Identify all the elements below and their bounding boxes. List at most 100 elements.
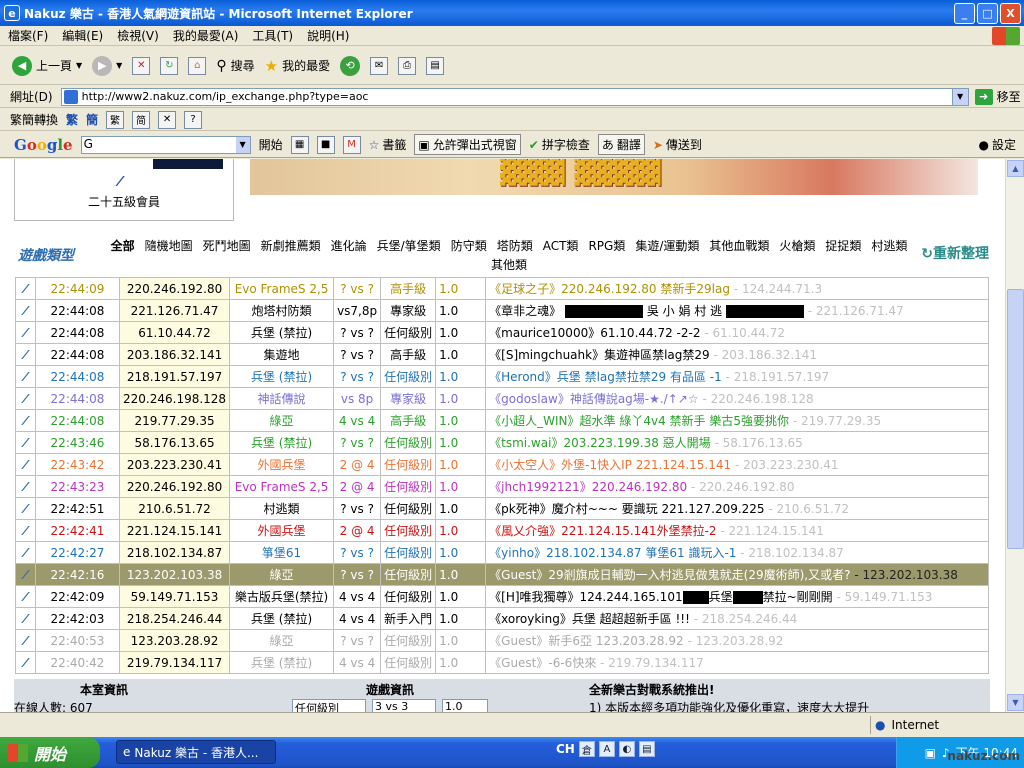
table-row[interactable]: ⁄ 22:43:42 203.223.230.41 外國兵堡 2 @ 4 任何級別 1.0 《… — [15, 453, 989, 476]
chevron-down-icon[interactable]: ▼ — [951, 88, 968, 105]
simp-convert-icon[interactable]: 简 — [132, 110, 151, 129]
send-to-button[interactable]: ➤ 傳送到 — [653, 136, 702, 153]
join-icon[interactable]: ⁄ — [15, 343, 36, 366]
scroll-up-icon[interactable]: ▲ — [1007, 160, 1024, 177]
table-row[interactable]: ⁄ 22:42:51 210.6.51.72 村逃類? vs ? 任何級別 1.0 《pk死… — [15, 497, 989, 520]
category-village-escape[interactable]: 村逃類 — [871, 239, 907, 253]
join-icon[interactable]: ⁄ — [15, 321, 36, 344]
pagerank-icon[interactable]: ▦ — [290, 135, 309, 154]
category-all[interactable]: 全部 — [111, 239, 135, 253]
google-apps-icon[interactable]: ■ — [316, 135, 335, 154]
start-button[interactable]: 開始 — [0, 737, 100, 768]
table-row[interactable]: ⁄ 22:42:41 221.124.15.141 外國兵堡 2 @ 4 任何級別 1.0 《… — [15, 519, 989, 542]
table-row[interactable]: ⁄ 22:44:08 219.77.29.35 綠亞 4 vs 4 高手級 1.0 《小超人_… — [15, 409, 989, 432]
gmail-icon[interactable]: M — [342, 135, 361, 154]
join-icon[interactable]: ⁄ — [15, 519, 36, 542]
category-other-battle[interactable]: 其他血戰類 — [709, 239, 769, 253]
chevron-down-icon[interactable]: ▼ — [116, 61, 122, 70]
join-icon[interactable]: ⁄ — [15, 607, 36, 630]
keyboard-icon[interactable]: ▤ — [638, 741, 655, 757]
table-row[interactable]: ⁄ 22:40:53 123.203.28.92 綠亞? vs ? 任何級別 1.0 《Gu… — [15, 629, 989, 652]
menu-tools[interactable]: 工具(T) — [252, 27, 293, 44]
join-icon[interactable]: ⁄ — [15, 541, 36, 564]
category-gun[interactable]: 火槍類 — [779, 239, 815, 253]
join-icon[interactable]: ⁄ — [15, 409, 36, 432]
favorites-button[interactable]: ★ 我的最愛 — [265, 57, 330, 75]
full-half-icon[interactable]: A — [598, 741, 615, 757]
table-row[interactable]: ⁄ 22:42:27 218.102.134.87 箏堡61? vs ? 任何級別 1.0… — [15, 541, 989, 564]
punctuation-icon[interactable]: ◐ — [618, 741, 635, 757]
menu-edit[interactable]: 編輯(E) — [62, 27, 103, 44]
join-icon[interactable]: ⁄ — [15, 651, 36, 674]
simplified-button[interactable]: 簡 — [86, 111, 98, 128]
join-icon[interactable]: ⁄ — [15, 453, 36, 476]
close-button[interactable]: X — [1000, 3, 1021, 24]
mode-select[interactable]: 3 vs 3 — [372, 699, 436, 712]
category-sports[interactable]: 集遊/運動類 — [635, 239, 699, 253]
go-button[interactable]: ➜ 移至 — [974, 88, 1021, 105]
category-act[interactable]: ACT類 — [543, 239, 579, 253]
table-row[interactable]: ⁄ 22:42:16 123.202.103.38 綠亞? vs ? 任何級別 1.0 《G… — [15, 563, 989, 586]
category-random-map[interactable]: 隨機地圖 — [145, 239, 193, 253]
stop-icon[interactable]: ✕ — [132, 56, 151, 75]
join-icon[interactable]: ⁄ — [15, 365, 36, 388]
category-evolution[interactable]: 進化論 — [331, 239, 367, 253]
translate-button[interactable]: あ翻譯 — [597, 134, 645, 155]
search-button[interactable]: ⚲ 搜尋 — [216, 57, 254, 74]
join-icon[interactable]: ⁄ — [15, 585, 36, 608]
table-row[interactable]: ⁄ 22:43:46 58.176.13.65 兵堡 (禁拉)? vs ? 任何級別 1.… — [15, 431, 989, 454]
table-row[interactable]: ⁄ 22:40:42 219.79.134.117 兵堡 (禁拉) 4 vs 4 任何級別… — [15, 651, 989, 674]
join-icon[interactable]: ⁄ — [15, 475, 36, 498]
table-row[interactable]: ⁄ 22:43:23 220.246.192.80 Evo FrameS 2,5 2 @… — [15, 475, 989, 498]
ad-banner[interactable]: ▓▓▓ ▓▓▓▓ — [250, 159, 978, 195]
history-icon[interactable]: ⟲ — [340, 55, 361, 76]
google-search-input[interactable]: G ▼ — [80, 135, 251, 154]
table-row[interactable]: ⁄ 22:44:08 221.126.71.47 炮塔村防類 vs7,8p 專家級 1.0 《… — [15, 299, 989, 322]
category-tower-defense[interactable]: 塔防類 — [497, 239, 533, 253]
mail-icon[interactable]: ✉ — [370, 56, 389, 75]
table-row[interactable]: ⁄ 22:44:08 220.246.198.128 神話傳說 vs 8p 專家級 1.0 《… — [15, 387, 989, 410]
scroll-thumb[interactable] — [1007, 289, 1024, 549]
version-select[interactable]: 1.0 — [442, 699, 488, 712]
join-icon[interactable]: ⁄ — [15, 277, 36, 300]
category-rpg[interactable]: RPG類 — [588, 239, 625, 253]
scroll-down-icon[interactable]: ▼ — [1007, 694, 1024, 711]
maximize-button[interactable]: □ — [977, 3, 998, 24]
category-other[interactable]: 其他類 — [491, 258, 527, 272]
taskbar-ie-window[interactable]: e Nakuz 樂古 - 香港人... — [116, 740, 276, 764]
menu-help[interactable]: 說明(H) — [307, 27, 349, 44]
refresh-button[interactable]: ↻重新整理 — [921, 243, 989, 263]
forward-button[interactable]: ▶ ▼ — [92, 55, 122, 76]
refresh-icon[interactable]: ↻ — [160, 56, 179, 75]
chevron-down-icon[interactable]: ▼ — [235, 136, 250, 153]
edit-icon[interactable]: ▤ — [426, 56, 445, 75]
help-icon[interactable]: ? — [184, 110, 203, 129]
menu-view[interactable]: 檢視(V) — [117, 27, 159, 44]
spellcheck-button[interactable]: ✔ 拼字檢查 — [529, 136, 590, 153]
menu-file[interactable]: 檔案(F) — [8, 27, 48, 44]
category-defense[interactable]: 防守類 — [451, 239, 487, 253]
table-row[interactable]: ⁄ 22:44:08 203.186.32.141 集遊地? vs ? 高手級 1.0 《[… — [15, 343, 989, 366]
chevron-down-icon[interactable]: ▼ — [76, 61, 82, 70]
join-icon[interactable]: ⁄ — [15, 387, 36, 410]
table-row[interactable]: ⁄ 22:44:09 220.246.192.80 Evo FrameS 2,5? v… — [15, 277, 989, 300]
table-row[interactable]: ⁄ 22:44:08 61.10.44.72 兵堡 (禁拉)? vs ? 任何級別 1.0… — [15, 321, 989, 344]
minimize-button[interactable]: _ — [954, 3, 975, 24]
join-icon[interactable]: ⁄ — [15, 497, 36, 520]
traditional-button[interactable]: 繁 — [66, 111, 78, 128]
category-castle[interactable]: 兵堡/箏堡類 — [377, 239, 441, 253]
network-icon[interactable]: ▣ — [925, 746, 936, 760]
back-button[interactable]: ◀ 上一頁 ▼ — [12, 55, 82, 76]
table-row[interactable]: ⁄ 22:44:08 218.191.57.197 兵堡 (禁拉)? vs ? 任何級別… — [15, 365, 989, 388]
trad-convert-icon[interactable]: 繁 — [106, 110, 125, 129]
join-icon[interactable]: ⁄ — [15, 299, 36, 322]
google-start-button[interactable]: 開始 — [259, 136, 283, 153]
vertical-scrollbar[interactable]: ▲ ▼ — [1005, 159, 1024, 712]
table-row[interactable]: ⁄ 22:42:03 218.254.246.44 兵堡 (禁拉) 4 vs 4 新手入門… — [15, 607, 989, 630]
google-logo[interactable]: Google — [14, 136, 73, 154]
clear-icon[interactable]: ✕ — [158, 110, 177, 129]
window-titlebar[interactable]: e Nakuz 樂古 - 香港人氣網遊資訊站 - Microsoft Inter… — [0, 0, 1024, 26]
menu-favorites[interactable]: 我的最愛(A) — [173, 27, 239, 44]
table-row[interactable]: ⁄ 22:42:09 59.149.71.153 樂古版兵堡(禁拉) 4 vs 4 任何級… — [15, 585, 989, 608]
print-icon[interactable]: ⎙ — [398, 56, 417, 75]
